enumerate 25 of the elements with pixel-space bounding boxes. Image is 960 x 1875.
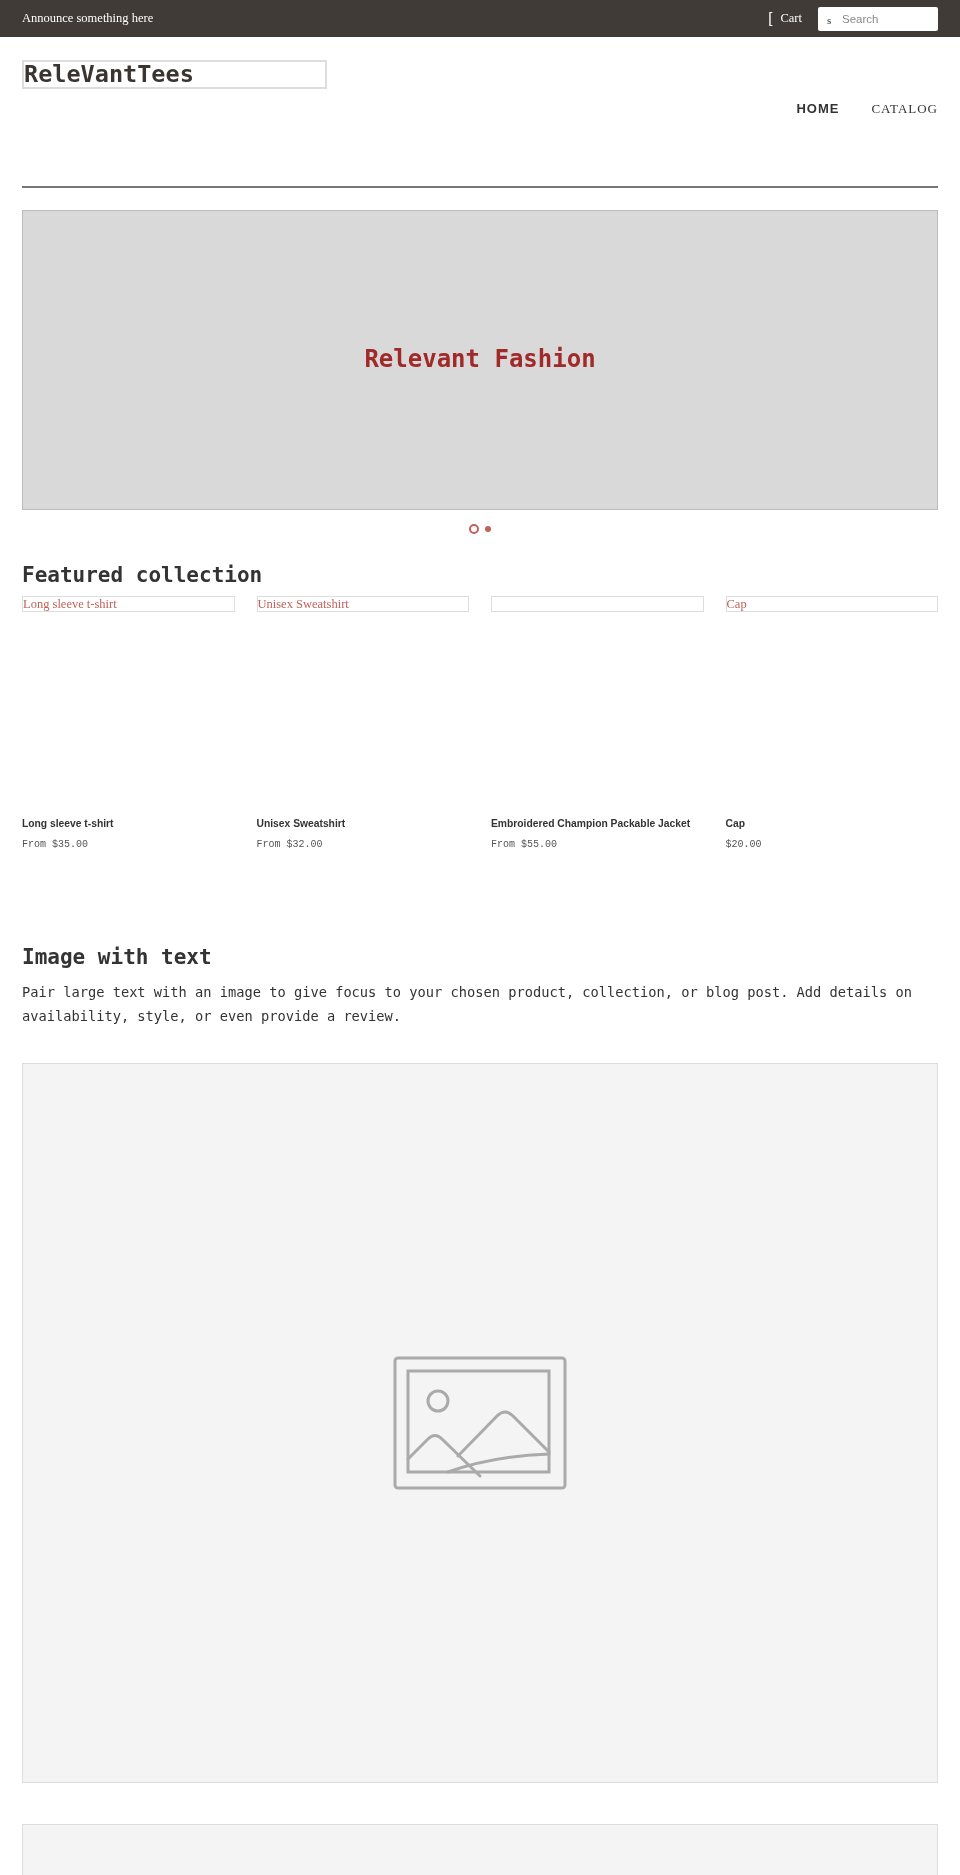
section-text: Pair large text with an image to give focus to your chosen product, collection, or blog post. Add details on availability, style, or even provide a review. (22, 983, 913, 1027)
announcement-text: Announce something here (22, 10, 154, 28)
section-heading: Featured collection (22, 562, 264, 588)
search-icon: s (827, 12, 832, 27)
product-image[interactable]: Long sleeve t-shirt (22, 595, 235, 612)
product-price: $20.00 (725, 838, 763, 853)
cart-icon: [ (768, 7, 773, 30)
slide-dot[interactable] (469, 523, 479, 534)
slide-dot[interactable] (485, 525, 491, 532)
store-logo[interactable]: ReleVantTees (22, 60, 327, 89)
cart-link[interactable]: Cart (780, 9, 802, 28)
product-image[interactable]: Unisex Sweatshirt (256, 595, 469, 612)
product-title[interactable]: Cap (725, 815, 938, 832)
product-title[interactable]: Embroidered Champion Packable Jacket (491, 815, 704, 832)
product-price: From $55.00 (491, 838, 558, 853)
product-price: From $32.00 (256, 838, 324, 853)
product-image[interactable]: Cap (725, 595, 938, 612)
product-price: From $35.00 (22, 838, 89, 853)
nav-link[interactable]: HOME (796, 99, 840, 119)
product-title[interactable]: Unisex Sweatshirt (256, 815, 469, 832)
section-heading: Image with text (22, 945, 213, 971)
nav-link[interactable]: CATALOG (871, 99, 938, 119)
slide-title: Relevant Fashion (364, 345, 596, 374)
image-icon (393, 1356, 567, 1491)
product-title[interactable]: Long sleeve t-shirt (22, 815, 235, 832)
